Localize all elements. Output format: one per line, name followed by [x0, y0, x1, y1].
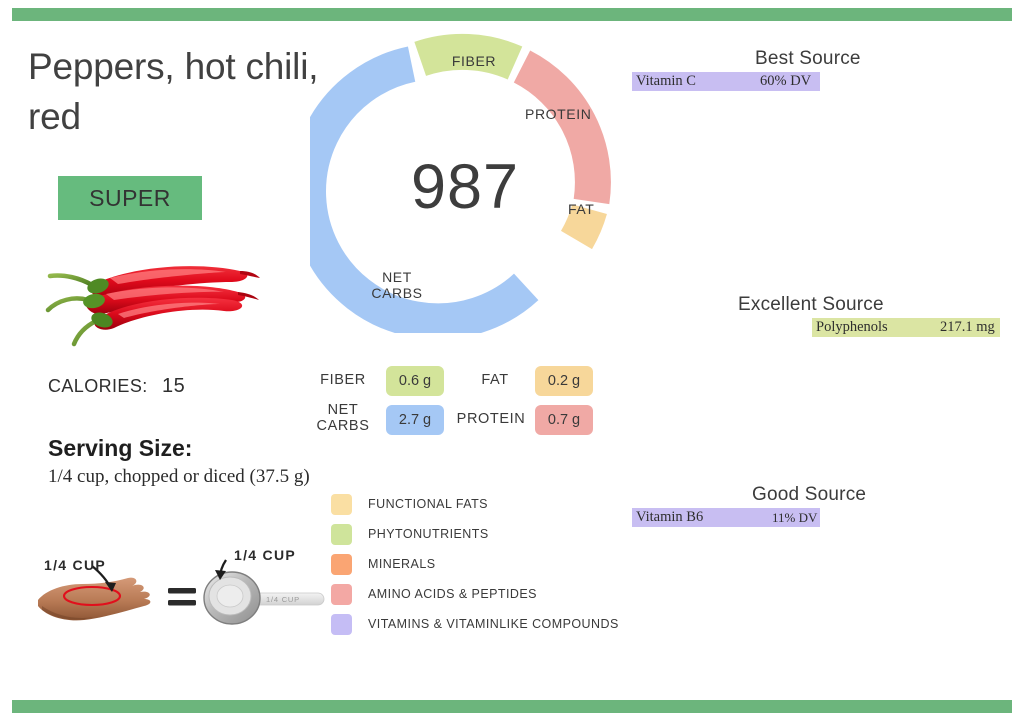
legend-item: PHYTONUTRIENTS — [331, 519, 611, 549]
serving-size-illustration: 1/4 CUP 1/4 CUP 1/4 CUP — [30, 538, 330, 638]
donut-center-value: 987 — [410, 152, 520, 222]
legend-item: AMINO ACIDS & PEPTIDES — [331, 579, 611, 609]
legend-swatch-minerals — [331, 553, 352, 575]
legend-swatch-vitamins — [331, 613, 352, 635]
excellent-source-heading: Excellent Source — [738, 294, 884, 315]
serving-size-heading: Serving Size: — [48, 435, 193, 461]
best-source-bar: Vitamin C 60% DV — [632, 72, 820, 91]
svg-text:1/4 CUP: 1/4 CUP — [266, 595, 300, 604]
legend-label-amino-acids: AMINO ACIDS & PEPTIDES — [368, 587, 537, 601]
best-source-amount: 60% DV — [760, 73, 812, 89]
page-title: Peppers, hot chili, red — [28, 46, 319, 137]
best-source-nutrient: Vitamin C — [636, 73, 696, 89]
macro-label-protein: PROTEIN — [456, 411, 526, 427]
nutrient-category-legend: FUNCTIONAL FATS PHYTONUTRIENTS MINERALS … — [331, 489, 618, 639]
excellent-source-amount: 217.1 mg — [940, 319, 995, 335]
calories-value: 15 — [162, 375, 186, 397]
best-source-heading: Best Source — [755, 48, 861, 69]
good-source-amount: 11% DV — [772, 509, 818, 525]
macro-summary-grid: FIBER 0.6 g FAT 0.2 g NET CARBS 2.7 g PRO… — [308, 360, 608, 448]
infographic-page: Peppers, hot chili, red SUPER CALORIES: … — [0, 0, 1024, 721]
macro-value-protein: 0.7 g — [535, 405, 593, 435]
legend-swatch-functional-fats — [331, 493, 352, 515]
macro-value-net-carbs: 2.7 g — [386, 405, 444, 435]
bottom-accent-rule — [12, 700, 1012, 713]
excellent-source-bar: Polyphenols 217.1 mg — [812, 318, 1000, 337]
legend-label-vitamins: VITAMINS & VITAMINLIKE COMPOUNDS — [368, 617, 619, 631]
macro-label-fiber: FIBER — [320, 372, 366, 388]
chili-peppers-image — [14, 238, 294, 348]
legend-label-phytonutrients: PHYTONUTRIENTS — [368, 527, 489, 541]
super-badge: SUPER — [58, 176, 202, 220]
calories-label: CALORIES: — [48, 376, 148, 396]
macronutrient-donut-chart: FIBER PROTEIN FAT NET CARBS 987 — [290, 33, 620, 340]
legend-item: MINERALS — [331, 549, 611, 579]
macro-label-net-carbs: NET CARBS — [316, 402, 370, 435]
calories-row: CALORIES: 15 — [48, 375, 185, 398]
svg-text:1/4 CUP: 1/4 CUP — [234, 547, 296, 563]
good-source-nutrient: Vitamin B6 — [636, 509, 704, 525]
good-source-heading: Good Source — [752, 484, 867, 505]
excellent-source-nutrient: Polyphenols — [816, 319, 888, 335]
legend-label-minerals: MINERALS — [368, 557, 436, 571]
good-source-bar: Vitamin B6 11% DV — [632, 508, 820, 527]
legend-item: FUNCTIONAL FATS — [331, 489, 611, 519]
macro-label-fat: FAT — [481, 372, 509, 388]
macro-value-fat: 0.2 g — [535, 366, 593, 396]
svg-text:1/4 CUP: 1/4 CUP — [44, 557, 106, 573]
legend-label-functional-fats: FUNCTIONAL FATS — [368, 497, 488, 511]
donut-label-protein: PROTEIN — [525, 106, 592, 122]
top-accent-rule — [12, 8, 1012, 21]
serving-size-text: 1/4 cup, chopped or diced (37.5 g) — [48, 466, 310, 487]
donut-label-fiber: FIBER — [451, 53, 497, 69]
super-badge-label: SUPER — [89, 184, 171, 211]
legend-swatch-phytonutrients — [331, 523, 352, 545]
legend-swatch-amino-acids — [331, 583, 352, 605]
macro-value-fiber: 0.6 g — [386, 366, 444, 396]
legend-item: VITAMINS & VITAMINLIKE COMPOUNDS — [331, 609, 618, 639]
donut-label-net-carbs: NET CARBS — [371, 269, 423, 302]
